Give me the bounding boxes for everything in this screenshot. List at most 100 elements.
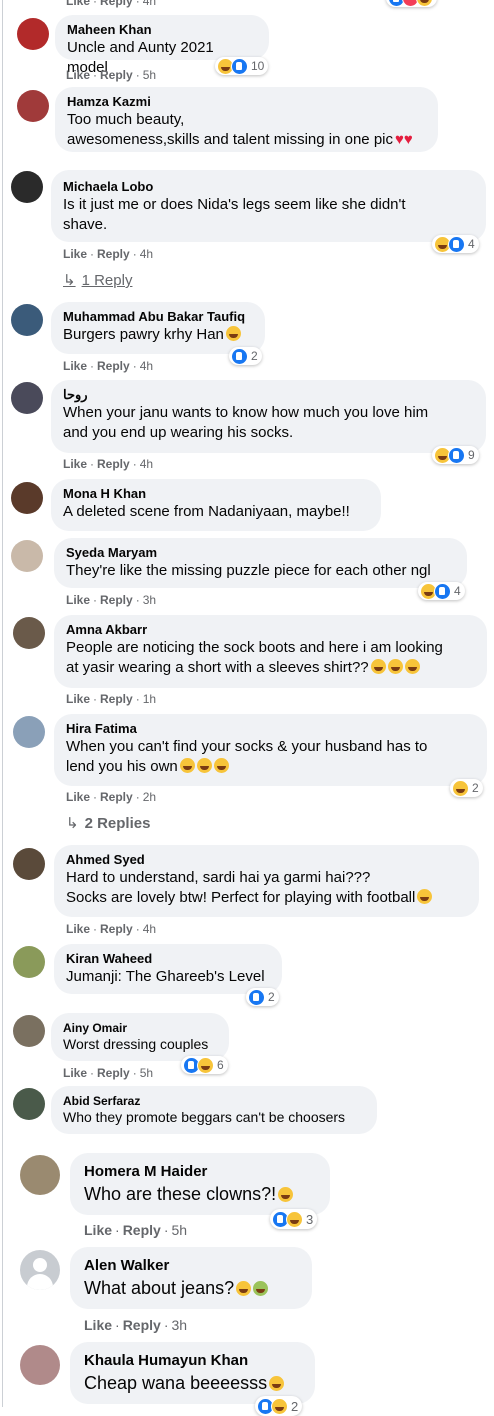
like-link[interactable]: Like bbox=[63, 1066, 87, 1080]
reply-link[interactable]: Reply bbox=[97, 457, 130, 471]
like-link[interactable]: Like bbox=[63, 457, 87, 471]
comment-bubble: Muhammad Abu Bakar Taufiq Burgers pawry … bbox=[51, 302, 265, 354]
reply-link[interactable]: Reply bbox=[97, 1066, 130, 1080]
comment-author[interactable]: Kiran Waheed bbox=[66, 951, 270, 967]
comment-author[interactable]: Maheen Khan bbox=[67, 22, 257, 38]
comment-actions: Like · Reply · 3h bbox=[66, 593, 157, 607]
avatar[interactable] bbox=[11, 540, 43, 572]
avatar[interactable] bbox=[13, 716, 45, 748]
reply-link[interactable]: Reply bbox=[100, 922, 133, 936]
default-avatar-icon bbox=[33, 1258, 47, 1272]
avatar[interactable] bbox=[20, 1250, 60, 1290]
comment-text: Jumanji: The Ghareeb's Level bbox=[66, 968, 265, 985]
comment-author[interactable]: Ainy Omair bbox=[63, 1021, 217, 1035]
comment-bubble: Michaela Lobo Is it just me or does Nida… bbox=[51, 170, 486, 242]
reply-link[interactable]: Reply bbox=[97, 247, 130, 261]
reply-link[interactable]: Reply bbox=[100, 68, 133, 82]
reaction-summary[interactable] bbox=[386, 0, 437, 7]
avatar[interactable] bbox=[11, 171, 43, 203]
nauseated-emoji-icon bbox=[253, 1281, 269, 1296]
comment-text: Worst dressing couples bbox=[63, 1036, 209, 1052]
comment-author[interactable]: Muhammad Abu Bakar Taufiq bbox=[63, 309, 253, 325]
comment-bubble: Homera M Haider Who are these clowns?! bbox=[70, 1153, 330, 1215]
reply-link[interactable]: Reply bbox=[123, 1222, 161, 1238]
avatar[interactable] bbox=[13, 1088, 45, 1120]
like-link[interactable]: Like bbox=[84, 1222, 112, 1238]
reaction-summary[interactable]: 9 bbox=[432, 446, 479, 464]
reaction-count: 2 bbox=[472, 781, 479, 795]
comment-actions: Like · Reply · 4h bbox=[63, 247, 154, 261]
replies-count: 1 Reply bbox=[81, 272, 133, 289]
avatar[interactable] bbox=[13, 946, 45, 978]
like-reaction-icon bbox=[448, 235, 465, 253]
like-link[interactable]: Like bbox=[66, 692, 90, 706]
avatar[interactable] bbox=[11, 304, 43, 336]
comment-author[interactable]: Ahmed Syed bbox=[66, 852, 467, 868]
haha-reaction-icon bbox=[197, 1056, 214, 1074]
avatar[interactable] bbox=[13, 617, 45, 649]
comment-author[interactable]: Amna Akbarr bbox=[66, 622, 475, 638]
haha-reaction-icon bbox=[271, 1397, 288, 1415]
joy-emoji-icon bbox=[196, 758, 212, 773]
comment-author[interactable]: Abid Serfaraz bbox=[63, 1094, 365, 1108]
reaction-summary[interactable]: 10 bbox=[215, 57, 269, 75]
reply-link[interactable]: Reply bbox=[100, 593, 133, 607]
comment-author[interactable]: Hira Fatima bbox=[66, 721, 475, 737]
reaction-summary[interactable]: 4 bbox=[418, 582, 465, 600]
reaction-summary[interactable]: 2 bbox=[255, 1396, 303, 1416]
smile-emoji-icon bbox=[417, 889, 433, 904]
reaction-summary[interactable]: 2 bbox=[229, 347, 262, 365]
comment-text-content: Cheap wana beeeesss bbox=[84, 1373, 268, 1393]
avatar[interactable] bbox=[11, 482, 43, 514]
reply-link[interactable]: Reply bbox=[97, 359, 130, 373]
timestamp: 5h bbox=[139, 1066, 154, 1080]
comment-author[interactable]: Khaula Humayun Khan bbox=[84, 1351, 301, 1371]
like-link[interactable]: Like bbox=[66, 68, 90, 82]
comment-text: People are noticing the sock boots and h… bbox=[66, 638, 475, 678]
like-reaction-icon bbox=[248, 988, 265, 1006]
avatar[interactable] bbox=[13, 1015, 45, 1047]
avatar[interactable] bbox=[17, 18, 49, 50]
like-link[interactable]: Like bbox=[66, 922, 90, 936]
avatar[interactable] bbox=[20, 1155, 60, 1195]
comment-author[interactable]: روحا bbox=[63, 387, 474, 403]
like-link[interactable]: Like bbox=[63, 359, 87, 373]
view-replies-link[interactable]: ↳ 1 Reply bbox=[63, 271, 132, 289]
view-replies-link[interactable]: ↳ 2 Replies bbox=[66, 814, 150, 832]
comment-author[interactable]: Syeda Maryam bbox=[66, 545, 455, 561]
reaction-summary[interactable]: 2 bbox=[450, 779, 483, 797]
reply-link[interactable]: Reply bbox=[100, 790, 133, 804]
comment-author[interactable]: Michaela Lobo bbox=[63, 179, 474, 195]
haha-reaction-icon bbox=[416, 0, 433, 7]
reaction-summary[interactable]: 3 bbox=[270, 1209, 318, 1229]
comment-actions: Like · Reply · 5h bbox=[63, 1066, 154, 1080]
comment-text: Too much beauty, awesomeness,skills and … bbox=[67, 110, 426, 150]
reaction-summary[interactable]: 2 bbox=[246, 988, 279, 1006]
like-link[interactable]: Like bbox=[84, 1317, 112, 1333]
comment-bubble: Kiran Waheed Jumanji: The Ghareeb's Leve… bbox=[54, 944, 282, 994]
reaction-summary[interactable]: 6 bbox=[181, 1056, 228, 1074]
sad-emoji-icon bbox=[236, 1281, 252, 1296]
like-link[interactable]: Like bbox=[63, 247, 87, 261]
smirk-emoji-icon bbox=[225, 326, 241, 341]
comment-author[interactable]: Homera M Haider bbox=[84, 1162, 316, 1182]
haha-reaction-icon bbox=[452, 779, 469, 797]
avatar[interactable] bbox=[17, 90, 49, 122]
like-link[interactable]: Like bbox=[66, 593, 90, 607]
comment-bubble: روحا When your janu wants to know how mu… bbox=[51, 380, 486, 453]
like-link[interactable]: Like bbox=[66, 790, 90, 804]
avatar[interactable] bbox=[13, 848, 45, 880]
reply-link[interactable]: Reply bbox=[100, 0, 133, 8]
reaction-summary[interactable]: 4 bbox=[432, 235, 479, 253]
reply-link[interactable]: Reply bbox=[100, 692, 133, 706]
comment-author[interactable]: Mona H Khan bbox=[63, 486, 369, 502]
like-link[interactable]: Like bbox=[66, 0, 90, 8]
comment-author[interactable]: Hamza Kazmi bbox=[67, 94, 426, 110]
avatar[interactable] bbox=[11, 382, 43, 414]
comment-author[interactable]: Alen Walker bbox=[84, 1256, 298, 1276]
reply-link[interactable]: Reply bbox=[123, 1317, 161, 1333]
avatar[interactable] bbox=[20, 1345, 60, 1385]
comment-text: Burgers pawry krhy Han bbox=[63, 325, 253, 345]
comment-text: They're like the missing puzzle piece fo… bbox=[66, 562, 431, 579]
reaction-count: 2 bbox=[268, 990, 275, 1004]
